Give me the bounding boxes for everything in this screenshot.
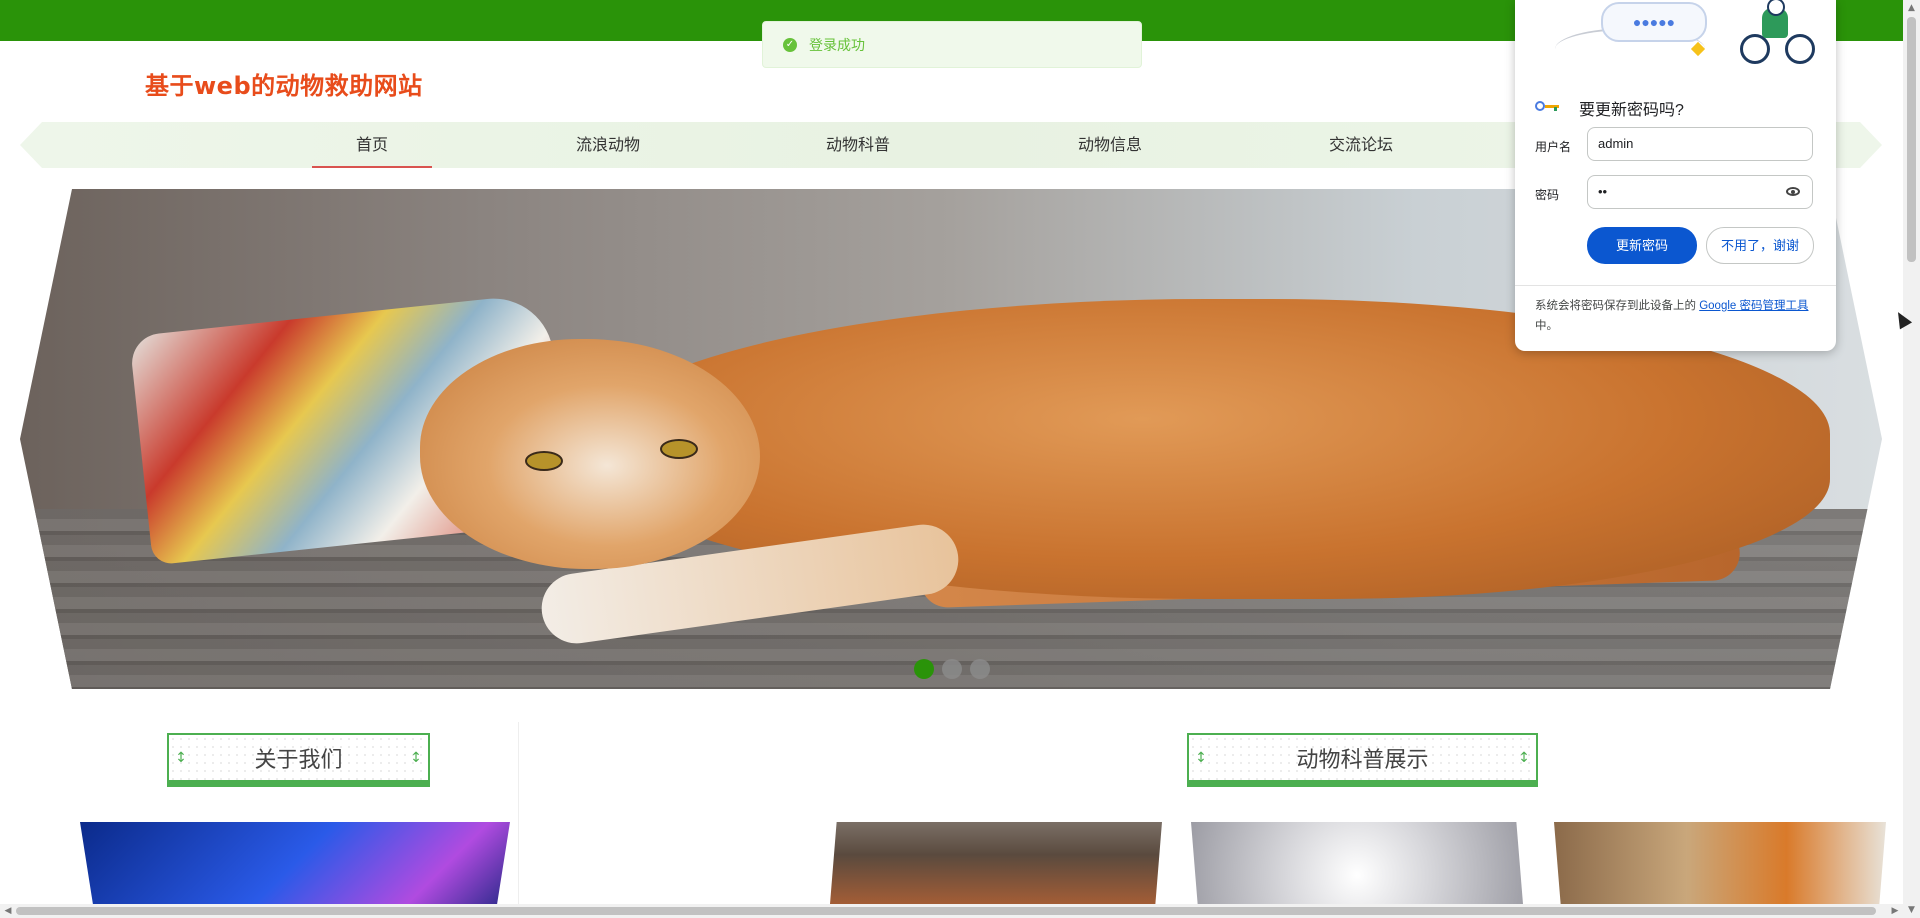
science-card-image[interactable] xyxy=(1191,822,1523,904)
toast-message: 登录成功 xyxy=(809,37,865,54)
password-value: •• xyxy=(1598,184,1608,199)
about-image xyxy=(80,822,510,904)
section-title-about: ↕ 关于我们 ↕ xyxy=(167,733,430,787)
scroll-up-arrow-icon[interactable]: ▲ xyxy=(1903,0,1920,16)
site-title[interactable]: 基于web的动物救助网站 xyxy=(145,66,423,101)
scroll-right-arrow-icon[interactable]: ▶ xyxy=(1887,904,1903,918)
horizontal-scroll-thumb[interactable] xyxy=(16,907,1876,915)
key-icon xyxy=(1535,100,1561,112)
footer-suffix: 中。 xyxy=(1535,320,1558,332)
popup-divider xyxy=(1515,285,1836,286)
double-arrow-icon: ↕ xyxy=(1518,750,1530,766)
scroll-left-arrow-icon[interactable]: ◀ xyxy=(0,904,16,918)
password-update-popup: ●●●●● 要更新密码吗? 用户名 admin 密码 •• 更新密码 不用了，谢… xyxy=(1515,0,1836,351)
double-arrow-icon: ↕ xyxy=(175,750,187,766)
scroll-down-arrow-icon[interactable]: ▼ xyxy=(1903,902,1920,918)
nav-item-forum[interactable]: 交流论坛 xyxy=(1301,122,1421,168)
footer-text: 系统会将密码保存到此设备上的 xyxy=(1535,300,1700,312)
update-password-button[interactable]: 更新密码 xyxy=(1587,227,1697,264)
carousel-dot-2[interactable] xyxy=(942,659,962,679)
cat-eye xyxy=(660,439,698,459)
nav-item-animal-info[interactable]: 动物信息 xyxy=(1050,122,1170,168)
popup-title: 要更新密码吗? xyxy=(1579,102,1684,119)
password-field[interactable]: •• xyxy=(1587,175,1813,209)
success-toast: ✓ 登录成功 xyxy=(762,21,1142,68)
vertical-scrollbar[interactable]: ▲ ▼ xyxy=(1903,0,1920,918)
nav-item-animal-science[interactable]: 动物科普 xyxy=(798,122,918,168)
horizontal-scrollbar[interactable]: ◀ ▶ xyxy=(0,904,1903,918)
science-card-image[interactable] xyxy=(1554,822,1886,904)
eye-icon[interactable] xyxy=(1786,187,1800,196)
password-illustration: ●●●●● xyxy=(1555,0,1815,80)
carousel-dot-3[interactable] xyxy=(970,659,990,679)
science-heading: 动物科普展示 xyxy=(1296,747,1429,773)
password-manager-link[interactable]: Google 密码管理工具 xyxy=(1699,300,1808,312)
science-card-image[interactable] xyxy=(830,822,1162,904)
nav-item-home[interactable]: 首页 xyxy=(312,122,432,168)
check-circle-icon: ✓ xyxy=(783,37,797,52)
section-title-science: ↕ 动物科普展示 ↕ xyxy=(1187,733,1538,787)
carousel-dot-1[interactable] xyxy=(914,659,934,679)
column-divider xyxy=(518,722,519,918)
double-arrow-icon: ↕ xyxy=(1195,750,1207,766)
username-label: 用户名 xyxy=(1535,140,1572,154)
vertical-scroll-thumb[interactable] xyxy=(1907,17,1916,262)
password-dots-bubble: ●●●●● xyxy=(1601,2,1707,42)
popup-footer: 系统会将密码保存到此设备上的 Google 密码管理工具中。 xyxy=(1535,296,1825,336)
about-heading: 关于我们 xyxy=(254,747,343,773)
double-arrow-icon: ↕ xyxy=(410,750,422,766)
username-field[interactable]: admin xyxy=(1587,127,1813,161)
dismiss-button[interactable]: 不用了，谢谢 xyxy=(1706,227,1814,264)
nav-item-stray-animals[interactable]: 流浪动物 xyxy=(548,122,668,168)
password-label: 密码 xyxy=(1535,188,1560,202)
cat-head xyxy=(420,339,760,569)
cat-eye xyxy=(525,451,563,471)
cyclist-icon xyxy=(1740,0,1818,68)
